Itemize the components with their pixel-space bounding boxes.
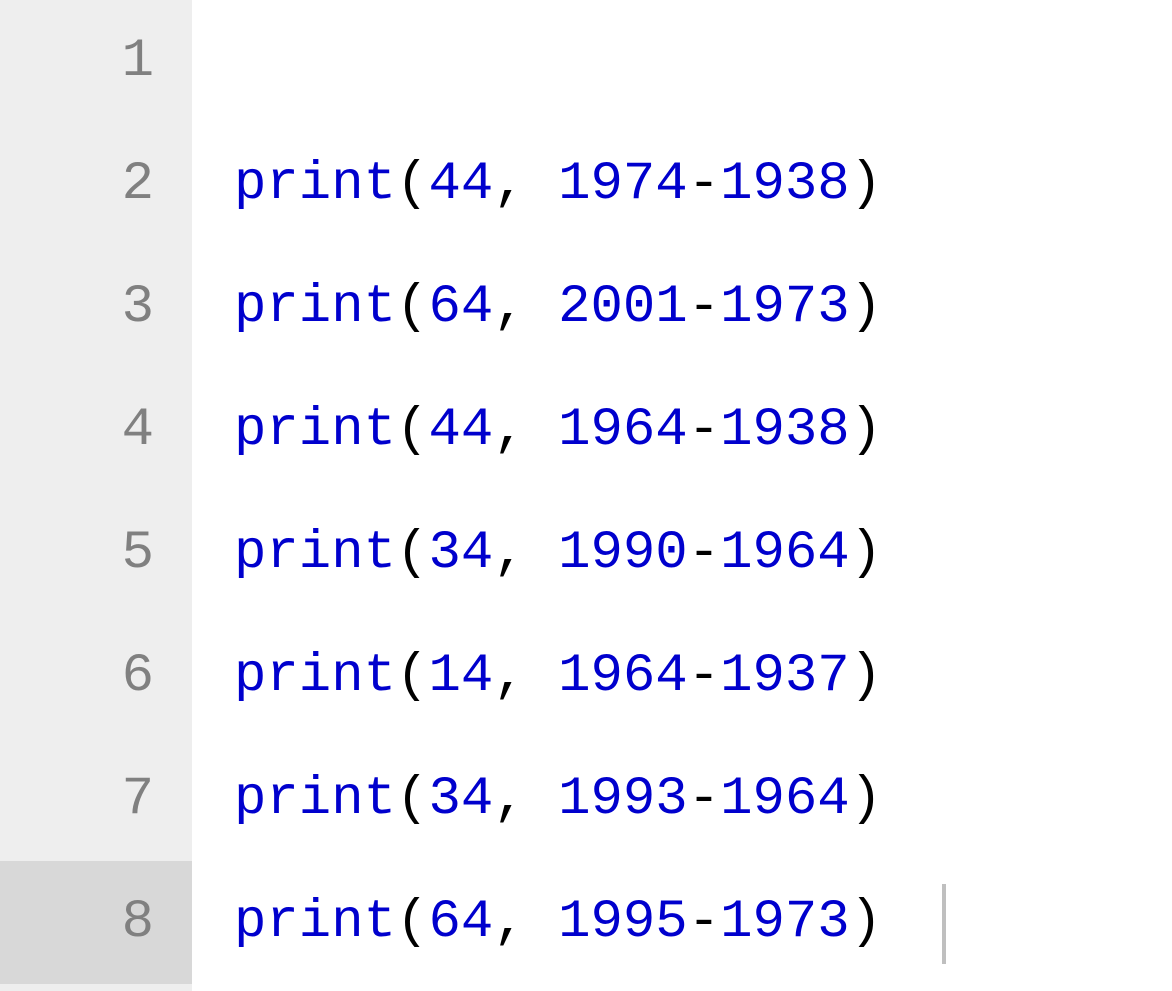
code-token-num: 1973 bbox=[720, 892, 850, 953]
line-number[interactable]: 5 bbox=[0, 492, 192, 615]
code-token-punc: ( bbox=[396, 523, 428, 584]
code-line[interactable]: print(64, 2001-1973) bbox=[234, 246, 1172, 369]
line-number[interactable]: 2 bbox=[0, 123, 192, 246]
line-number[interactable]: 1 bbox=[0, 0, 192, 123]
line-number-gutter: 1 2 3 4 5 6 7 8 bbox=[0, 0, 192, 991]
code-token-func: print bbox=[234, 646, 396, 707]
code-token-punc: , bbox=[493, 277, 558, 338]
code-line[interactable]: print(44, 1964-1938) bbox=[234, 369, 1172, 492]
code-editor-area[interactable]: print(44, 1974-1938) print(64, 2001-1973… bbox=[192, 0, 1172, 991]
code-token-punc: ) bbox=[850, 277, 882, 338]
code-token-num: 34 bbox=[428, 769, 493, 830]
code-token-num: 44 bbox=[428, 400, 493, 461]
code-token-punc: - bbox=[688, 646, 720, 707]
code-token-func: print bbox=[234, 154, 396, 215]
code-token-num: 1964 bbox=[558, 400, 688, 461]
code-token-func: print bbox=[234, 400, 396, 461]
code-token-punc: ) bbox=[850, 646, 882, 707]
code-token-punc: - bbox=[688, 769, 720, 830]
line-number[interactable]: 8 bbox=[0, 861, 192, 984]
code-line[interactable]: print(64, 1995-1973) bbox=[234, 861, 1172, 984]
code-token-punc: ) bbox=[850, 154, 882, 215]
code-line[interactable]: print(14, 1964-1937) bbox=[234, 615, 1172, 738]
code-token-func: print bbox=[234, 769, 396, 830]
code-token-num: 1973 bbox=[720, 277, 850, 338]
code-token-num: 1937 bbox=[720, 646, 850, 707]
code-token-num: 1974 bbox=[558, 154, 688, 215]
code-token-num: 1938 bbox=[720, 400, 850, 461]
code-token-punc: ) bbox=[850, 523, 882, 584]
code-token-num: 1964 bbox=[720, 523, 850, 584]
code-token-punc: , bbox=[493, 892, 558, 953]
code-line[interactable]: print(44, 1974-1938) bbox=[234, 123, 1172, 246]
code-token-punc: ( bbox=[396, 646, 428, 707]
code-token-punc: - bbox=[688, 400, 720, 461]
code-token-num: 1964 bbox=[558, 646, 688, 707]
code-token-punc: ( bbox=[396, 769, 428, 830]
code-line[interactable]: print(34, 1990-1964) bbox=[234, 492, 1172, 615]
code-token-func: print bbox=[234, 892, 396, 953]
code-token-punc: ) bbox=[850, 400, 882, 461]
line-number[interactable]: 6 bbox=[0, 615, 192, 738]
code-token-num: 1993 bbox=[558, 769, 688, 830]
code-token-punc: , bbox=[493, 646, 558, 707]
code-token-num: 1990 bbox=[558, 523, 688, 584]
code-token-num: 64 bbox=[428, 892, 493, 953]
code-token-punc: , bbox=[493, 769, 558, 830]
code-line[interactable]: print(34, 1993-1964) bbox=[234, 738, 1172, 861]
code-token-punc: ) bbox=[850, 892, 882, 953]
line-number[interactable]: 3 bbox=[0, 246, 192, 369]
code-token-punc: ( bbox=[396, 154, 428, 215]
text-caret bbox=[942, 884, 946, 964]
code-token-punc: , bbox=[493, 523, 558, 584]
code-line[interactable] bbox=[234, 0, 1172, 123]
code-token-num: 1995 bbox=[558, 892, 688, 953]
code-token-punc: ( bbox=[396, 277, 428, 338]
code-token-punc: ( bbox=[396, 400, 428, 461]
code-token-num: 2001 bbox=[558, 277, 688, 338]
code-token-punc: - bbox=[688, 277, 720, 338]
line-number[interactable]: 4 bbox=[0, 369, 192, 492]
code-token-num: 1938 bbox=[720, 154, 850, 215]
code-token-punc: , bbox=[493, 154, 558, 215]
code-token-num: 64 bbox=[428, 277, 493, 338]
code-token-punc: - bbox=[688, 154, 720, 215]
code-token-num: 34 bbox=[428, 523, 493, 584]
code-token-func: print bbox=[234, 523, 396, 584]
code-token-punc: , bbox=[493, 400, 558, 461]
code-token-punc: ( bbox=[396, 892, 428, 953]
line-number[interactable]: 7 bbox=[0, 738, 192, 861]
code-token-num: 14 bbox=[428, 646, 493, 707]
code-token-num: 44 bbox=[428, 154, 493, 215]
code-token-func: print bbox=[234, 277, 396, 338]
code-token-num: 1964 bbox=[720, 769, 850, 830]
code-token-punc: - bbox=[688, 892, 720, 953]
code-token-punc: - bbox=[688, 523, 720, 584]
code-token-punc: ) bbox=[850, 769, 882, 830]
